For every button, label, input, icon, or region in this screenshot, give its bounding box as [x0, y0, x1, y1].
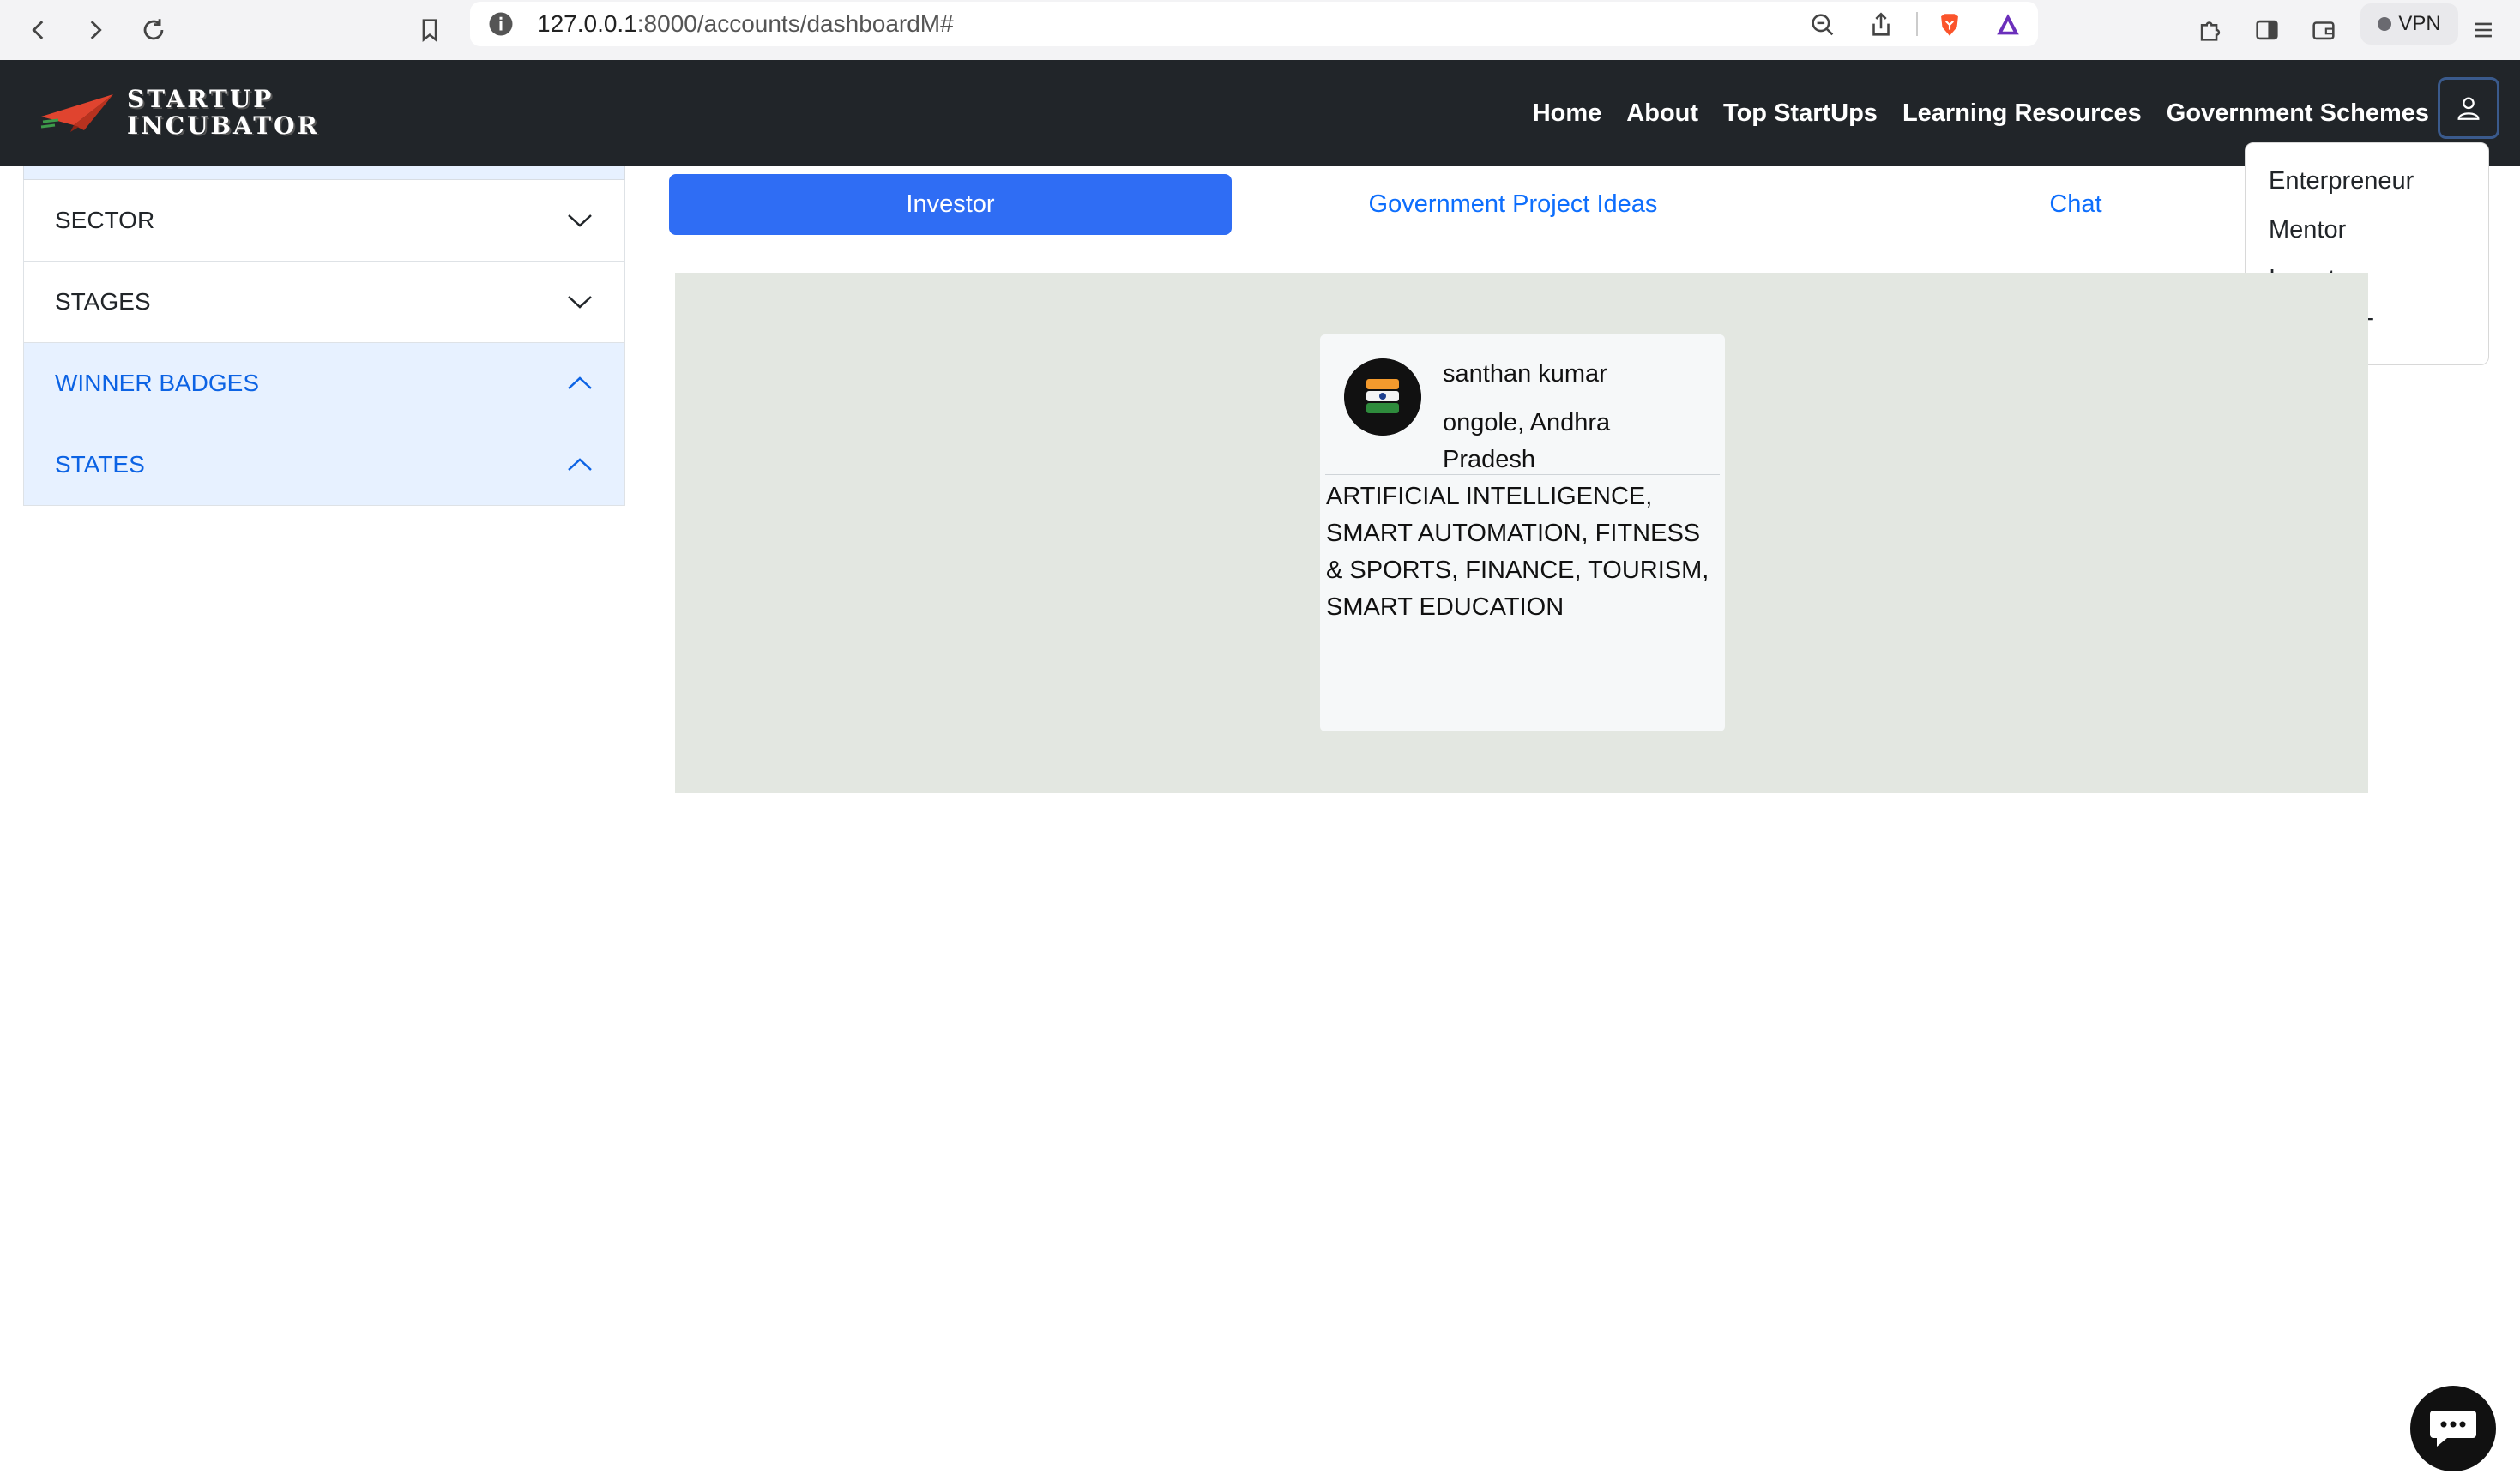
zoom-button[interactable]: [1801, 3, 1844, 46]
vpn-status-dot: [2378, 17, 2392, 31]
investor-location: ongole, Andhra Pradesh: [1443, 409, 1611, 473]
reload-button[interactable]: [132, 9, 175, 51]
accordion-top-edge: [23, 166, 625, 180]
chevron-up-icon: [568, 458, 592, 471]
tab-chat[interactable]: Chat: [1794, 174, 2357, 235]
user-icon: [2457, 97, 2480, 120]
chevron-left-icon: [32, 21, 44, 39]
hamburger-icon: [2475, 22, 2492, 38]
back-button[interactable]: [17, 9, 60, 51]
accordion-winner-badges[interactable]: WINNER BADGES: [23, 343, 625, 424]
info-icon[interactable]: [485, 9, 516, 39]
accordion-stages[interactable]: STAGES: [23, 262, 625, 343]
nav-link-about[interactable]: About: [1626, 99, 1698, 128]
accordion-label: SECTOR: [55, 207, 155, 233]
brave-lion-icon: [1941, 14, 1958, 36]
paper-plane-icon: [40, 94, 113, 132]
puzzle-icon: [2200, 21, 2221, 41]
investor-sectors: ARTIFICIAL INTELLIGENCE, SMART AUTOMATIO…: [1326, 483, 1709, 621]
vpn-label: VPN: [2398, 12, 2441, 35]
accordion-label: STATES: [55, 451, 145, 478]
chevron-right-icon: [90, 21, 102, 39]
flag-avatar-image: [1344, 358, 1421, 436]
brand-line-1: STARTUP: [127, 85, 274, 113]
url-path: :8000/accounts/dashboardM#: [636, 10, 954, 37]
tab-investor[interactable]: Investor: [669, 174, 1232, 235]
dashboard-tabs: Investor Government Project Ideas Chat: [669, 174, 2357, 235]
brave-shields-button[interactable]: [1928, 3, 1971, 46]
chat-bubble-icon: [2430, 1411, 2476, 1447]
investor-name: santhan kumar: [1443, 360, 1607, 388]
share-button[interactable]: [1860, 3, 1902, 46]
investor-panel: santhan kumar ongole, Andhra Pradesh ART…: [675, 273, 2368, 793]
tab-government-project-ideas[interactable]: Government Project Ideas: [1232, 174, 1794, 235]
brand-name: STARTUP INCUBATOR: [127, 86, 320, 139]
rewards-triangle-icon: [1997, 14, 2019, 35]
avatar: [1344, 358, 1421, 436]
brand-logo[interactable]: STARTUP INCUBATOR: [39, 82, 320, 142]
share-icon: [1872, 12, 1890, 36]
user-menu-button[interactable]: [2438, 77, 2499, 139]
accordion-states[interactable]: STATES: [23, 424, 625, 506]
investor-card[interactable]: santhan kumar ongole, Andhra Pradesh ART…: [1320, 334, 1725, 731]
chevron-up-icon: [568, 376, 592, 389]
browser-toolbar: 127.0.0.1:8000/accounts/dashboardM# VPN: [0, 0, 2520, 61]
browser-menu-button[interactable]: [2462, 9, 2505, 51]
bookmark-button[interactable]: [408, 9, 451, 51]
accordion-label: STAGES: [55, 288, 151, 315]
reload-icon: [143, 19, 164, 40]
bookmark-icon: [422, 19, 437, 42]
site-navbar: STARTUP INCUBATOR Home About Top StartUp…: [0, 60, 2520, 166]
accordion-sector[interactable]: SECTOR: [23, 180, 625, 262]
brand-line-2: INCUBATOR: [127, 111, 320, 140]
url-text: 127.0.0.1:8000/accounts/dashboardM#: [537, 10, 954, 38]
forward-button[interactable]: [74, 9, 117, 51]
chat-widget-button[interactable]: [2410, 1386, 2496, 1471]
nav-link-government-schemes[interactable]: Government Schemes: [2167, 99, 2429, 128]
accordion-label: WINNER BADGES: [55, 370, 260, 396]
nav-link-home[interactable]: Home: [1533, 99, 1602, 128]
chevron-down-icon: [568, 296, 592, 309]
card-divider: [1325, 474, 1720, 475]
separator: [1916, 12, 1918, 36]
nav-link-top-startups[interactable]: Top StartUps: [1723, 99, 1878, 128]
extensions-button[interactable]: [2189, 9, 2232, 51]
wallet-button[interactable]: [2302, 9, 2345, 51]
vpn-button[interactable]: VPN: [2360, 3, 2458, 45]
filter-sidebar: SECTOR STAGES WINNER BADGES STATES: [23, 166, 625, 506]
url-host: 127.0.0.1: [537, 10, 637, 37]
sidebar-icon: [2256, 20, 2278, 40]
nav-link-learning-resources[interactable]: Learning Resources: [1902, 99, 2142, 128]
address-bar[interactable]: 127.0.0.1:8000/accounts/dashboardM#: [470, 2, 2038, 46]
sidebar-toggle-button[interactable]: [2246, 9, 2288, 51]
chevron-down-icon: [568, 214, 592, 227]
brave-rewards-button[interactable]: [1986, 3, 2029, 46]
zoom-out-icon: [1812, 14, 1834, 36]
wallet-icon: [2312, 21, 2335, 40]
